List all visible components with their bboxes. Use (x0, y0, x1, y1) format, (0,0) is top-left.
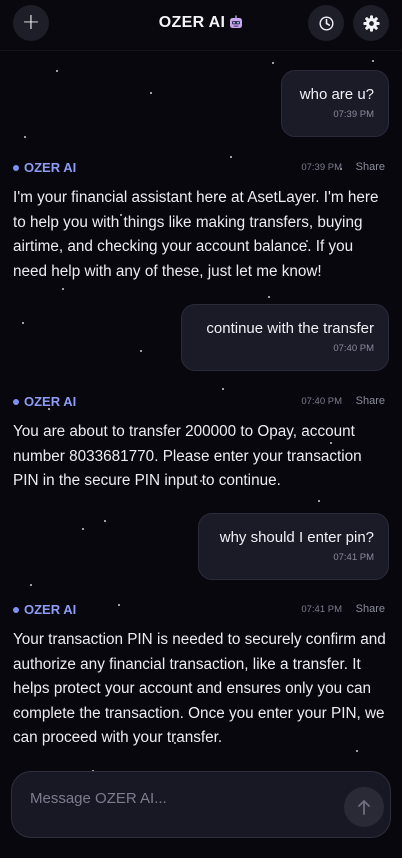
star-dot (22, 322, 24, 324)
message-input[interactable] (28, 786, 332, 810)
star-dot (222, 388, 224, 390)
user-message-text: why should I enter pin? (219, 529, 374, 546)
message-timestamp: 07:41 PM (301, 604, 342, 615)
user-message-text: who are u? (299, 86, 374, 103)
user-message-bubble: who are u? 07:39 PM (281, 70, 389, 137)
message-timestamp: 07:41 PM (333, 552, 374, 563)
star-dot (150, 92, 152, 94)
robot-face-icon (230, 15, 243, 28)
assistant-message-header: OZER AI 07:39 PM Share (13, 160, 385, 176)
arrow-up-icon (358, 800, 370, 815)
star-dot (30, 584, 32, 586)
assistant-status-dot-icon (13, 607, 19, 613)
share-button[interactable]: Share (356, 603, 385, 615)
assistant-message-text: I'm your financial assistant here at Ase… (13, 189, 379, 280)
assistant-name: OZER AI (24, 602, 77, 617)
share-button[interactable]: Share (356, 395, 385, 407)
app-title: OZER AI (158, 14, 226, 31)
settings-button[interactable] (353, 5, 389, 41)
star-dot (140, 350, 142, 352)
user-message-text: continue with the transfer (206, 320, 374, 337)
message-timestamp: 07:39 PM (301, 162, 342, 173)
message-composer (11, 771, 391, 838)
star-dot (56, 70, 58, 72)
assistant-message-header: OZER AI 07:40 PM Share (13, 394, 385, 410)
gear-icon (362, 14, 380, 32)
star-dot (372, 60, 374, 62)
user-message-bubble: continue with the transfer 07:40 PM (181, 304, 389, 371)
message-timestamp: 07:40 PM (301, 396, 342, 407)
chat-header: + OZER AI (0, 0, 402, 51)
star-dot (268, 296, 270, 298)
user-message-bubble: why should I enter pin? 07:41 PM (198, 513, 389, 580)
assistant-name: OZER AI (24, 160, 77, 175)
assistant-name: OZER AI (24, 394, 77, 409)
star-dot (62, 288, 64, 290)
star-dot (318, 500, 320, 502)
message-timestamp: 07:40 PM (333, 343, 374, 354)
clock-icon (318, 15, 334, 31)
assistant-message-text: You are about to transfer 200000 to Opay… (13, 423, 362, 489)
star-dot (24, 136, 26, 138)
star-dot (230, 156, 232, 158)
history-button[interactable] (308, 5, 344, 41)
message-timestamp: 07:39 PM (333, 109, 374, 120)
star-dot (82, 528, 84, 530)
star-dot (272, 62, 274, 64)
star-dot (104, 520, 106, 522)
share-button[interactable]: Share (356, 161, 385, 173)
assistant-message-header: OZER AI 07:41 PM Share (13, 602, 385, 618)
assistant-message-text: Your transaction PIN is needed to secure… (13, 631, 386, 746)
send-button[interactable] (344, 787, 384, 827)
assistant-status-dot-icon (13, 399, 19, 405)
assistant-status-dot-icon (13, 165, 19, 171)
